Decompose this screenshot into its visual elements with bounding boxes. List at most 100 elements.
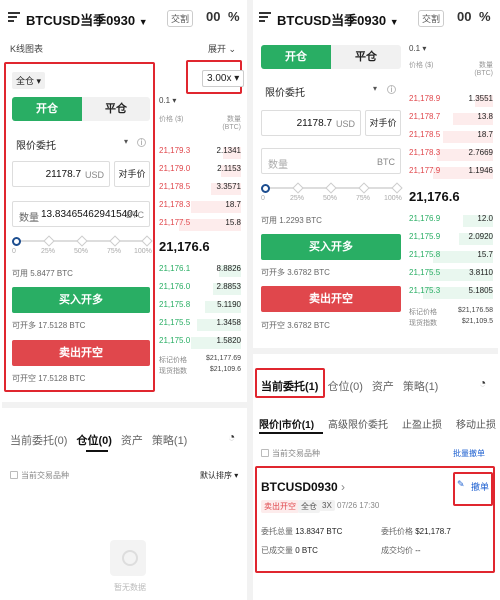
leverage-button[interactable]: 3.00x ▾: [202, 70, 245, 87]
last-price: 21,176.6: [409, 189, 460, 204]
slider-stop-50[interactable]: [76, 235, 88, 247]
bid-row[interactable]: 21,175.8 15.7: [409, 250, 493, 265]
symbol-title[interactable]: BTCUSD当季0930 ▼: [26, 10, 148, 29]
tab-current-orders[interactable]: 当前委托(0): [10, 435, 67, 447]
tab-assets[interactable]: 资产: [372, 381, 394, 393]
ask-row[interactable]: 21,178.5 18.7: [409, 130, 493, 145]
bid-row[interactable]: 21,175.3 5.1805: [409, 286, 493, 301]
ask-row[interactable]: 21,179.0 2.1153: [159, 164, 241, 179]
order-symbol[interactable]: BTCUSD0930 ›: [261, 480, 345, 494]
info-icon[interactable]: i: [387, 85, 396, 94]
depth-select[interactable]: 0.1 ▾: [409, 44, 426, 53]
slider-stop-75[interactable]: [358, 182, 370, 194]
ask-row[interactable]: 21,178.3 18.7: [159, 200, 241, 215]
leverage-value: 3.00x: [207, 73, 232, 84]
order-type-select[interactable]: 限价委托 ▾: [265, 84, 377, 99]
history-icon[interactable]: ◔: [228, 430, 235, 444]
ask-row[interactable]: 21,178.5 3.3571: [159, 182, 241, 197]
subtab-limit-market[interactable]: 限价|市价(1): [259, 420, 314, 431]
bid-row[interactable]: 21,175.9 2.0920: [409, 232, 493, 247]
tab-strategy[interactable]: 策略(1): [403, 381, 438, 393]
slider-stop-25[interactable]: [43, 235, 55, 247]
ask-price: 21,177.5: [159, 218, 191, 227]
tab-strategy[interactable]: 策略(1): [152, 435, 187, 447]
col-qty: 数量 (BTC): [222, 116, 241, 131]
available-balance: 可用 1.2293 BTC: [261, 216, 322, 225]
bid-row[interactable]: 21,175.8 5.1190: [159, 300, 241, 315]
depth-select[interactable]: 0.1 ▾: [159, 96, 176, 105]
subtab-tp-sl[interactable]: 止盈止损: [402, 420, 442, 431]
bid-row[interactable]: 21,176.1 8.8826: [159, 264, 241, 279]
margin-mode-value: 全仓: [16, 76, 35, 86]
menu-icon[interactable]: [259, 12, 271, 22]
tab-close[interactable]: 平仓: [331, 45, 401, 69]
contract-type-tag[interactable]: 交割: [167, 10, 194, 27]
slider-mark: 25%: [290, 195, 305, 202]
sell-short-button[interactable]: 卖出开空: [12, 340, 150, 366]
tab-assets[interactable]: 资产: [121, 435, 143, 447]
tab-positions[interactable]: 仓位(0): [327, 381, 362, 393]
tab-close[interactable]: 平仓: [82, 97, 150, 121]
slider-stop-100[interactable]: [141, 235, 153, 247]
ask-row[interactable]: 21,179.3 2.1341: [159, 146, 241, 161]
slider-stop-50[interactable]: [325, 182, 337, 194]
subtab-trailing-stop[interactable]: 移动止损: [456, 420, 496, 431]
bid-row[interactable]: 21,175.5 1.3458: [159, 318, 241, 333]
slider-handle[interactable]: [261, 184, 270, 193]
cancel-order-button[interactable]: 撤单: [471, 480, 489, 493]
last-price: 21,176.6: [159, 239, 210, 254]
order-type-select[interactable]: 限价委托 ▾: [16, 137, 128, 152]
margin-mode-select[interactable]: 全仓 ▾: [12, 72, 46, 89]
checkbox-label: 当前交易品种: [272, 449, 320, 458]
index-price: 现货指数 $21,109.6: [159, 366, 241, 376]
sell-short-button[interactable]: 卖出开空: [261, 286, 401, 312]
info-icon[interactable]: i: [137, 138, 146, 147]
bid-row[interactable]: 21,176.9 12.0: [409, 214, 493, 229]
slider-stop-75[interactable]: [109, 235, 121, 247]
subtab-advanced-limit[interactable]: 高级限价委托: [328, 420, 388, 431]
ask-row[interactable]: 21,178.7 13.8: [409, 112, 493, 127]
ask-row[interactable]: 21,177.9 1.1946: [409, 166, 493, 181]
percent-icon[interactable]: %: [228, 9, 240, 24]
price-input[interactable]: 21178.7 USD: [12, 161, 110, 187]
tab-open[interactable]: 开仓: [261, 45, 331, 69]
slider-stop-100[interactable]: [391, 182, 403, 194]
tab-positions[interactable]: 仓位(0): [76, 435, 111, 447]
depth-value: 0.1: [159, 96, 171, 105]
quantity-input[interactable]: 数量 13.834654629415404 BTC: [12, 201, 150, 227]
contract-type-tag[interactable]: 交割: [418, 10, 445, 27]
ask-row[interactable]: 21,178.3 2.7669: [409, 148, 493, 163]
ask-row[interactable]: 21,178.9 1.3551: [409, 94, 493, 109]
bid-price: 21,175.8: [409, 250, 441, 259]
current-symbol-only-checkbox[interactable]: 当前交易品种: [261, 448, 320, 459]
chart-settings-icon[interactable]: 00: [457, 9, 471, 24]
counterparty-price-button[interactable]: 对手价: [114, 161, 150, 187]
bid-row[interactable]: 21,176.0 2.8853: [159, 282, 241, 297]
chart-settings-icon[interactable]: 00: [206, 9, 220, 24]
slider-stop-25[interactable]: [292, 182, 304, 194]
tab-open[interactable]: 开仓: [12, 97, 82, 121]
batch-cancel-button[interactable]: 批量撤单: [453, 448, 485, 459]
history-icon[interactable]: ◔: [479, 376, 486, 390]
slider-handle[interactable]: [12, 237, 21, 246]
percent-icon[interactable]: %: [479, 9, 491, 24]
bid-row[interactable]: 21,175.5 3.8110: [409, 268, 493, 283]
price-input[interactable]: 21178.7 USD: [261, 110, 361, 136]
edit-icon[interactable]: ✎: [457, 479, 465, 490]
bid-row[interactable]: 21,175.0 1.5820: [159, 336, 241, 351]
counterparty-price-button[interactable]: 对手价: [365, 110, 401, 136]
tab-current-orders[interactable]: 当前委托(1): [261, 381, 318, 393]
sort-select[interactable]: 默认排序 ▾: [200, 470, 238, 481]
quantity-input[interactable]: 数量 BTC: [261, 148, 401, 174]
buy-long-button[interactable]: 买入开多: [261, 234, 401, 260]
symbol-title[interactable]: BTCUSD当季0930 ▼: [277, 10, 399, 29]
bid-price: 21,176.0: [159, 282, 191, 291]
ask-row[interactable]: 21,177.5 15.8: [159, 218, 241, 233]
quantity-slider[interactable]: 0 25% 50% 75% 100%: [12, 235, 153, 255]
buy-long-button[interactable]: 买入开多: [12, 287, 150, 313]
menu-icon[interactable]: [8, 12, 20, 22]
current-symbol-only-checkbox[interactable]: 当前交易品种: [10, 470, 69, 481]
empty-state-text: 暂无数据: [114, 583, 146, 592]
quantity-slider[interactable]: 0 25% 50% 75% 100%: [261, 182, 403, 202]
expand-button[interactable]: 展开 ⌄: [208, 42, 236, 55]
